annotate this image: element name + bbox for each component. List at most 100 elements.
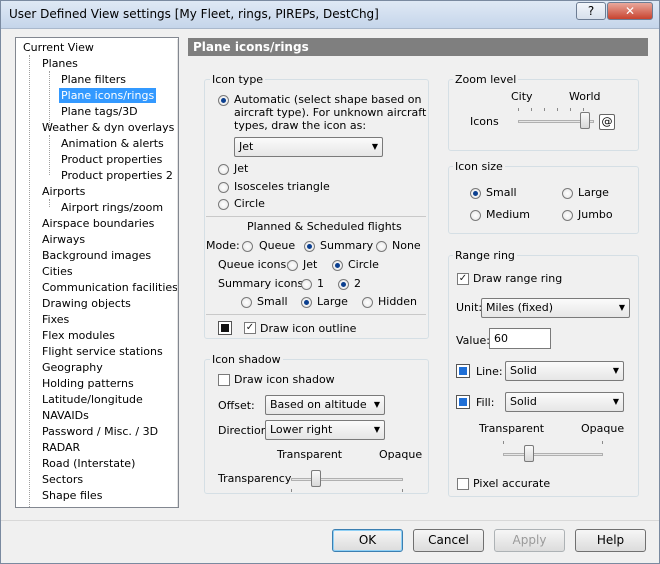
help-button[interactable]: Help [575,529,646,552]
draw-range-ring-checkbox[interactable]: ✓ [457,273,469,285]
line-color-swatch[interactable] [456,364,470,378]
pixel-accurate-checkbox[interactable] [457,478,469,490]
tree-item-cities[interactable]: Cities [40,264,75,279]
slider-tick [503,441,504,444]
unknown-icon-select[interactable]: Jet ▼ [234,137,383,157]
offset-select[interactable]: Based on altitude ▼ [265,395,385,415]
chevron-down-icon: ▼ [612,366,619,375]
icon-size-jumbo-label: Jumbo [578,208,613,221]
apply-button[interactable]: Apply [494,529,565,552]
titlebar-close-button[interactable]: ✕ [607,2,653,20]
tree-item-airports[interactable]: Airports [40,184,87,199]
tree-item-holding-patterns[interactable]: Holding patterns [40,376,136,391]
ring-opaque-label: Opaque [581,422,625,435]
fill-style-select[interactable]: Solid ▼ [505,392,624,412]
draw-shadow-checkbox[interactable] [218,374,230,386]
fill-color-swatch[interactable] [456,395,470,409]
tree-item-plane-filters[interactable]: Plane filters [59,72,128,87]
draw-range-ring-label: Draw range ring [473,272,563,285]
titlebar-help-button[interactable]: ? [576,2,606,20]
slider-tick [602,441,603,444]
automatic-label-1: Automatic (select shape based on [234,93,422,106]
tree-item-road-interstate[interactable]: Road (Interstate) [40,456,137,471]
fill-label: Fill: [476,396,495,409]
chevron-down-icon: ▼ [373,425,380,434]
queue-icons-jet-radio[interactable] [287,260,298,271]
ring-transparent-label: Transparent [479,422,545,435]
summary-large-radio[interactable] [301,297,312,308]
mode-queue-radio[interactable] [242,241,253,252]
mode-none-radio[interactable] [376,241,387,252]
tree-item-airways[interactable]: Airways [40,232,87,247]
tree-item-drawing-objects[interactable]: Drawing objects [40,296,133,311]
tree-item-fixes[interactable]: Fixes [40,312,71,327]
tree-item-shape-files[interactable]: Shape files [40,488,104,503]
tree-item-geography[interactable]: Geography [40,360,105,375]
icon-size-medium-label: Medium [486,208,530,221]
summary-icons-2-radio[interactable] [338,279,349,290]
tree-item-communication-facilities[interactable]: Communication facilities [40,280,178,295]
range-value-input[interactable]: 60 [489,328,551,349]
icon-size-medium-radio[interactable] [470,210,481,221]
tree-item-radar[interactable]: RADAR [40,440,82,455]
icon-size-jumbo-radio[interactable] [562,210,573,221]
tree-item-password-misc-3d[interactable]: Password / Misc. / 3D [40,424,160,439]
summary-icons-1-radio[interactable] [301,279,312,290]
tree-item-animation-alerts[interactable]: Animation & alerts [59,136,166,151]
mode-summary-radio[interactable] [304,241,315,252]
tree-item-airport-rings-zoom[interactable]: Airport rings/zoom [59,200,165,215]
tree-item-weather-overlays[interactable]: Weather & dyn overlays [40,120,176,135]
icon-size-small-radio[interactable] [470,188,481,199]
direction-select[interactable]: Lower right ▼ [265,420,385,440]
icon-type-circle-radio[interactable] [218,199,229,210]
icon-size-large-radio[interactable] [562,188,573,199]
queue-icons-circle-label: Circle [348,258,379,271]
at-icon-button[interactable]: @ [599,114,615,130]
slider-tick [570,108,571,111]
zoom-level-title: Zoom level [453,73,519,86]
tree-item-product-properties[interactable]: Product properties [59,152,164,167]
queue-icons-jet-label: Jet [303,258,318,271]
automatic-label-3: types, draw the icon as: [234,119,367,132]
unit-value: Miles (fixed) [486,301,554,314]
settings-tree[interactable]: Current View Planes Plane filters Plane … [15,37,179,508]
mode-label: Mode: [206,239,240,252]
outline-color-swatch[interactable] [218,321,232,335]
close-icon: ✕ [624,4,636,18]
icon-type-jet-label: Jet [234,162,249,175]
shadow-transparency-thumb[interactable] [311,470,321,487]
ring-transparency-thumb[interactable] [524,445,534,462]
settings-window: User Defined View settings [My Fleet, ri… [0,0,660,564]
draw-outline-checkbox[interactable]: ✓ [244,322,256,334]
summary-hidden-radio[interactable] [362,297,373,308]
summary-icons-2-label: 2 [354,277,361,290]
tree-item-navaids[interactable]: NAVAIDs [40,408,91,423]
icon-type-jet-radio[interactable] [218,164,229,175]
zoom-icons-thumb[interactable] [580,112,590,129]
cancel-button[interactable]: Cancel [413,529,484,552]
icon-type-automatic-radio[interactable] [218,95,229,106]
unit-select[interactable]: Miles (fixed) ▼ [481,298,630,318]
tree-item-airspace-boundaries[interactable]: Airspace boundaries [40,216,156,231]
tree-item-planes[interactable]: Planes [40,56,80,71]
tree-item-flight-service-stations[interactable]: Flight service stations [40,344,165,359]
tree-item-latitude-longitude[interactable]: Latitude/longitude [40,392,145,407]
tree-item-plane-icons-rings[interactable]: Plane icons/rings [59,88,157,103]
icon-type-isosceles-radio[interactable] [218,182,229,193]
ok-button[interactable]: OK [332,529,403,552]
tree-item-background-images[interactable]: Background images [40,248,153,263]
tree-item-plane-tags-3d[interactable]: Plane tags/3D [59,104,140,119]
queue-icons-circle-radio[interactable] [332,260,343,271]
shadow-transparency-track[interactable] [291,478,403,481]
summary-small-radio[interactable] [241,297,252,308]
ring-transparency-track[interactable] [503,453,603,456]
draw-shadow-label: Draw icon shadow [234,373,335,386]
slider-tick [518,108,519,111]
tree-item-sectors[interactable]: Sectors [40,472,85,487]
line-style-select[interactable]: Solid ▼ [505,361,624,381]
tree-connector [29,55,30,507]
tree-item-current-view[interactable]: Current View [21,40,96,55]
tree-scrollbar[interactable]: ▲ ▼ [177,39,178,507]
tree-item-product-properties-2[interactable]: Product properties 2 [59,168,175,183]
tree-item-flex-modules[interactable]: Flex modules [40,328,117,343]
